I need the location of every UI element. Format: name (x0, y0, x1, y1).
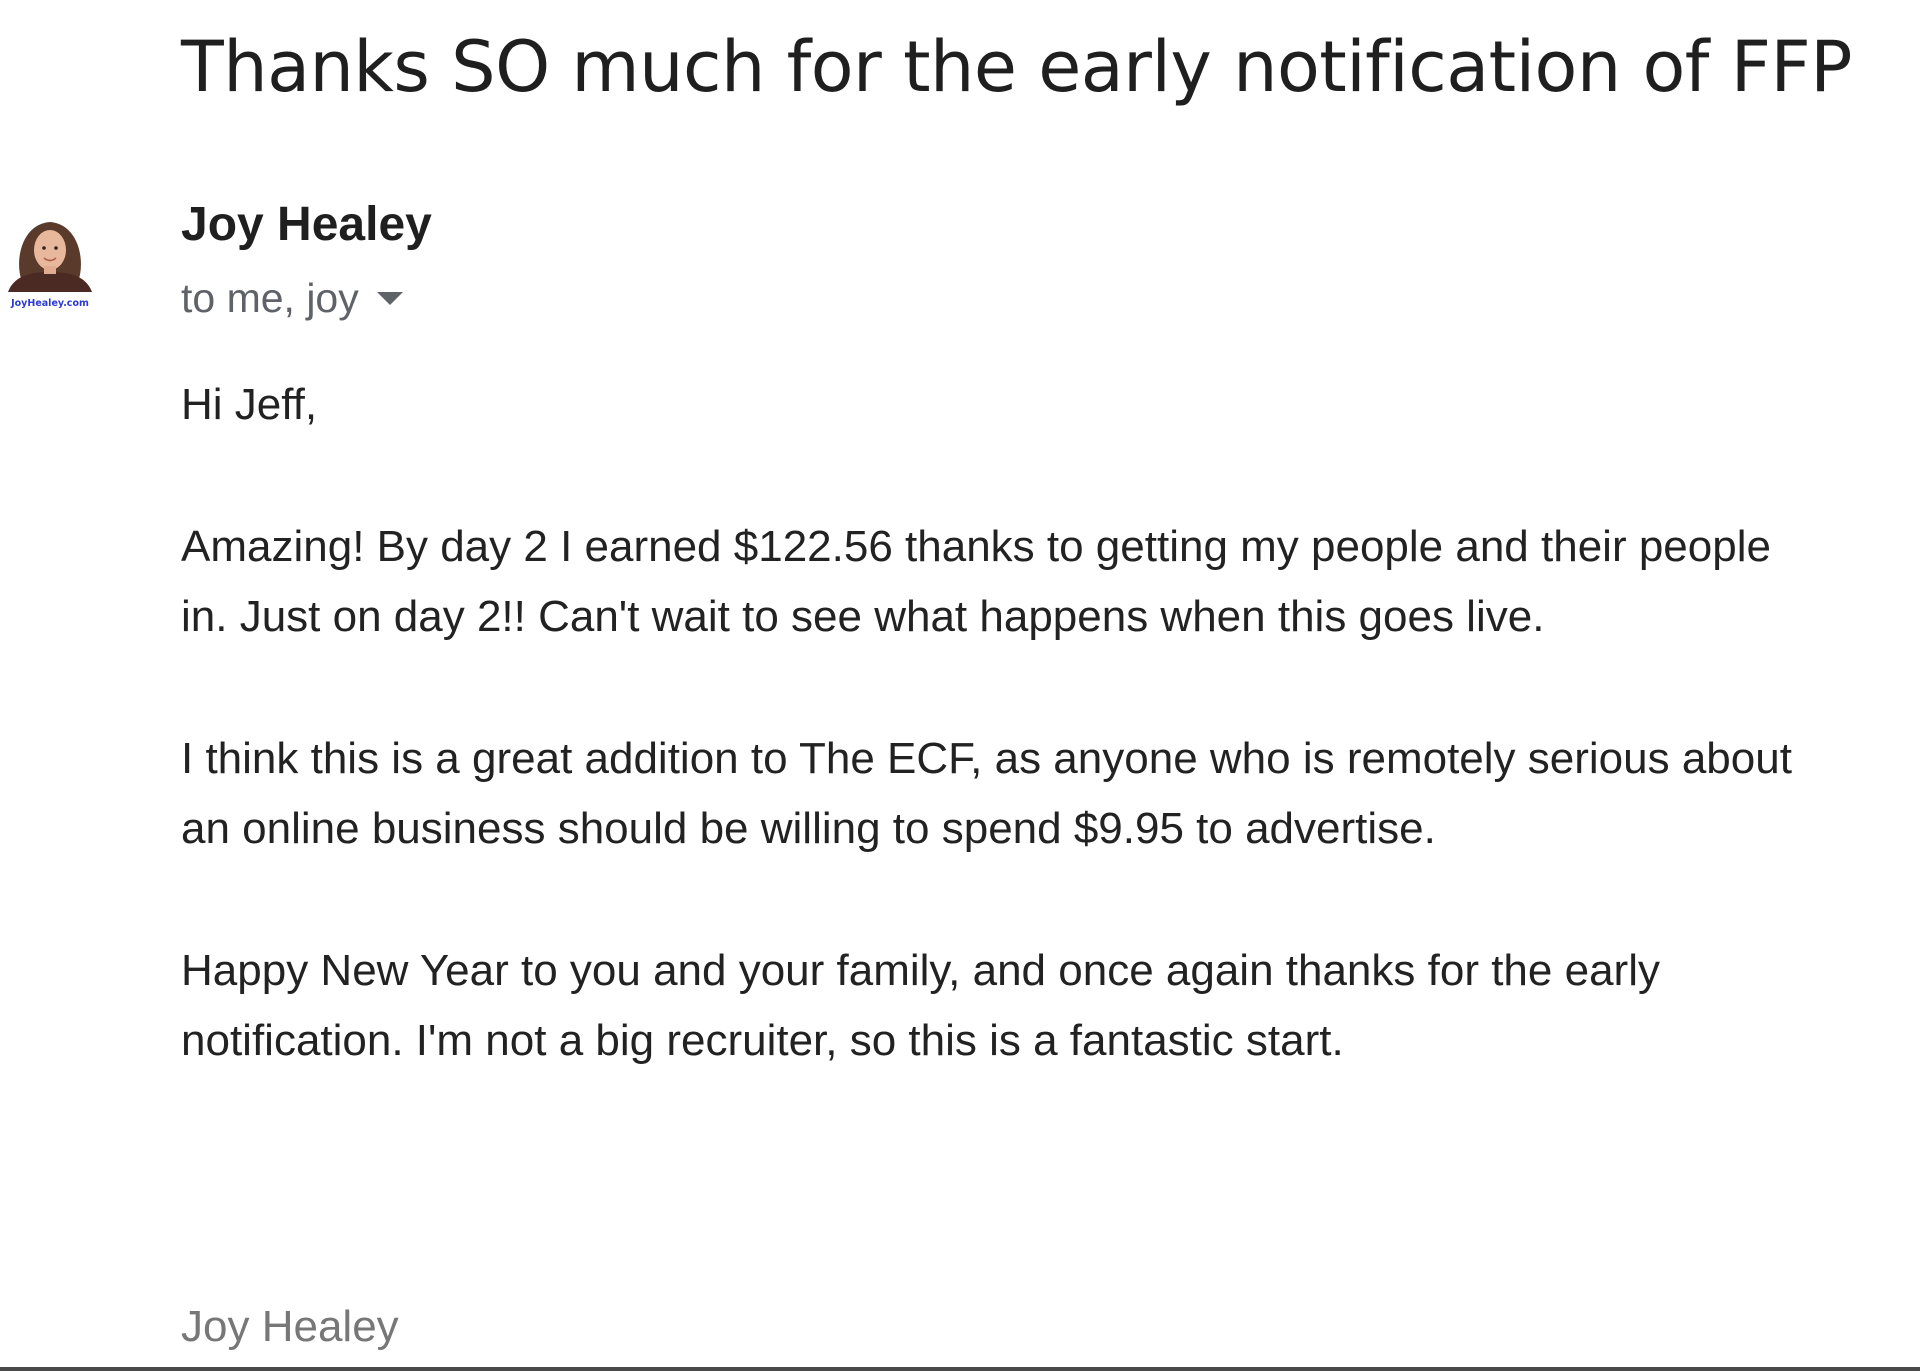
sender-avatar[interactable]: JoyHealey.com (0, 210, 100, 310)
chevron-down-icon (376, 292, 403, 305)
email-paragraph: Amazing! By day 2 I earned $122.56 thank… (181, 521, 1771, 642)
bottom-divider (0, 1367, 1920, 1371)
email-body: Hi Jeff, Amazing! By day 2 I earned $122… (181, 370, 1801, 1148)
email-subject: Thanks SO much for the early notificatio… (181, 26, 1852, 108)
email-greeting: Hi Jeff, (181, 380, 318, 429)
recipients-line: to me, joy (181, 270, 407, 326)
avatar-photo-icon: JoyHealey.com (8, 222, 92, 309)
show-details-button[interactable] (376, 270, 407, 326)
email-paragraph: Happy New Year to you and your family, a… (181, 945, 1660, 1066)
sender-name[interactable]: Joy Healey (181, 195, 432, 255)
email-paragraph: I think this is a great addition to The … (181, 733, 1792, 854)
email-signature: Joy Healey (181, 1302, 399, 1351)
recipients-text: to me, joy (181, 274, 359, 321)
avatar-caption: JoyHealey.com (10, 298, 89, 309)
